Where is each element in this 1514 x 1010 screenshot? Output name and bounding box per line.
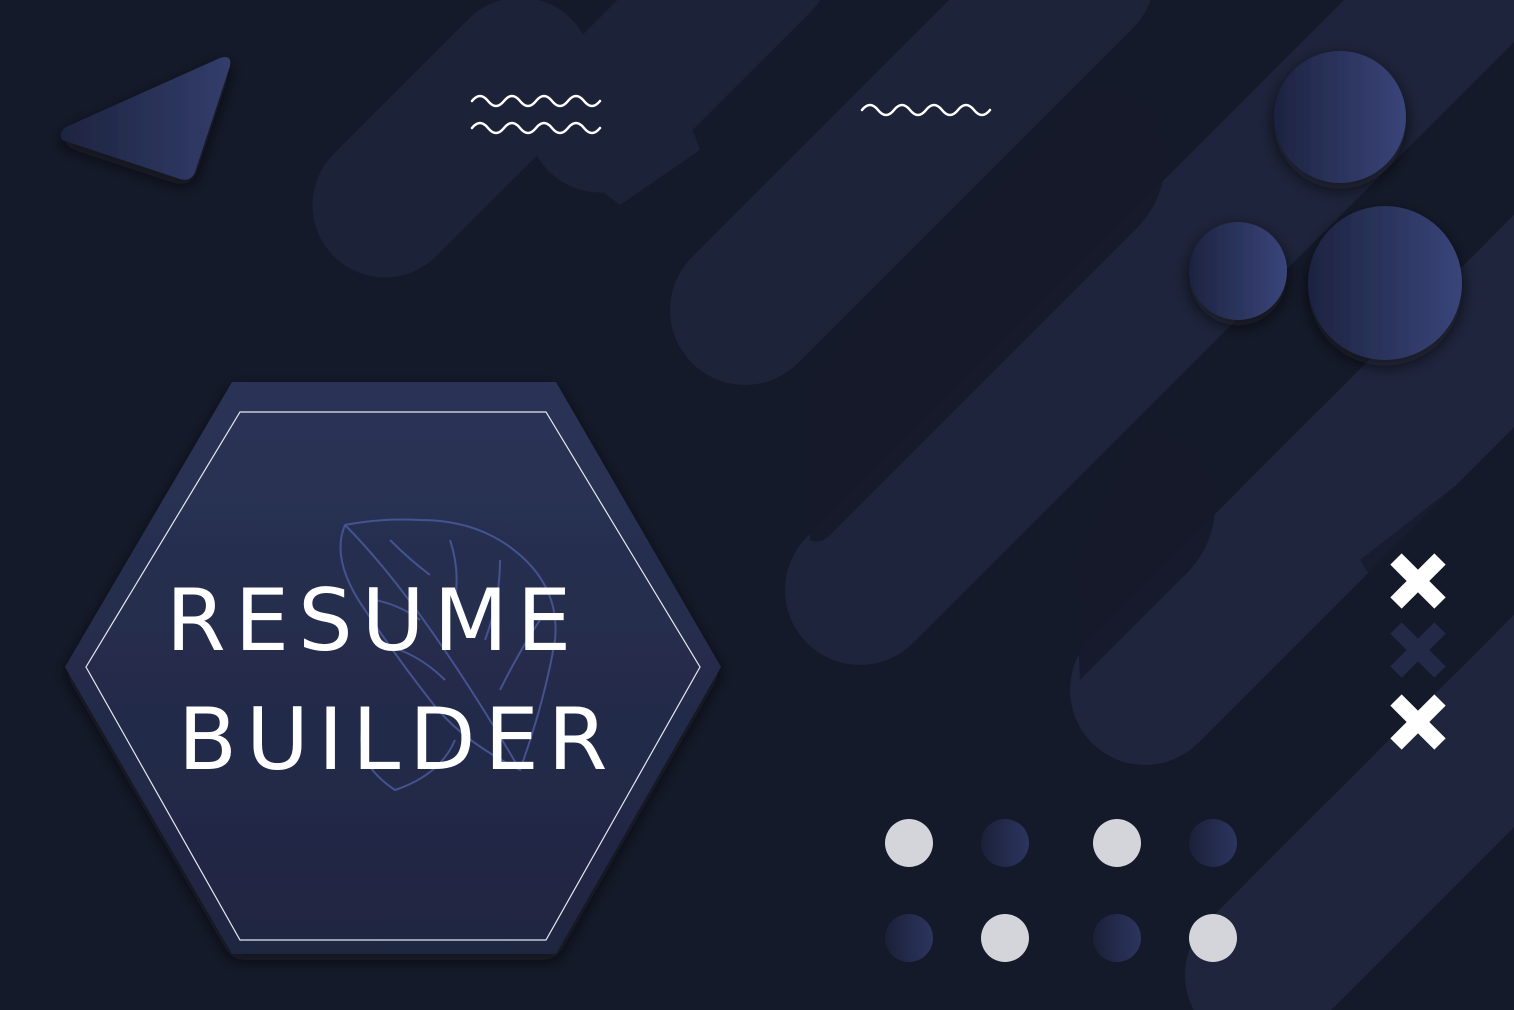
- title-line-builder: BUILDER: [178, 690, 617, 790]
- background-artwork: [0, 0, 1514, 1010]
- resume-builder-banner: RESUME BUILDER: [0, 0, 1514, 1010]
- title-line-resume: RESUME: [166, 571, 581, 671]
